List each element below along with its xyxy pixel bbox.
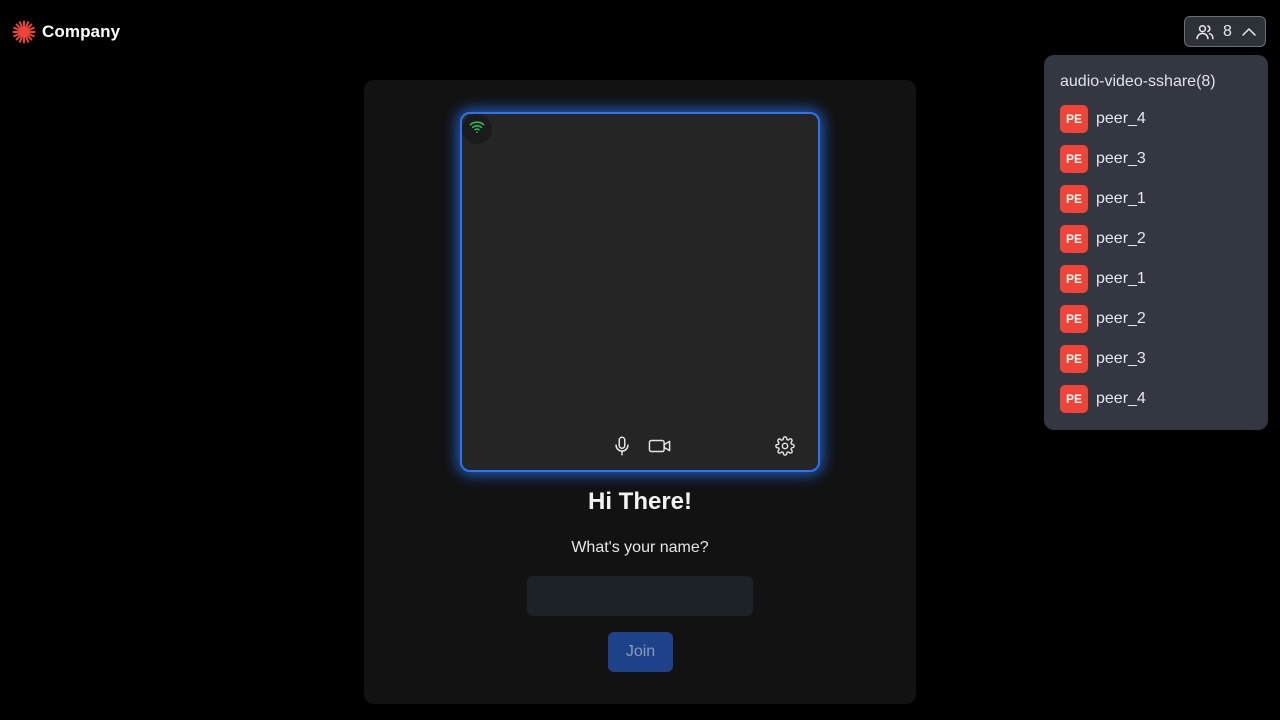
peer-name: peer_3 <box>1096 350 1146 367</box>
peer-list-item[interactable]: PE peer_4 <box>1060 105 1252 133</box>
participants-dropdown: audio-video-sshare(8) PE peer_4 PE peer_3 PE… <box>1044 55 1268 430</box>
peer-avatar: PE <box>1060 305 1088 333</box>
peer-avatar: PE <box>1060 225 1088 253</box>
peer-avatar: PE <box>1060 105 1088 133</box>
peer-avatar: PE <box>1060 145 1088 173</box>
room-title: audio-video-sshare(8) <box>1060 73 1216 90</box>
peer-avatar: PE <box>1060 185 1088 213</box>
peer-list-item[interactable]: PE peer_2 <box>1060 305 1252 333</box>
peer-name: peer_1 <box>1096 190 1146 207</box>
chevron-up-icon <box>1240 23 1258 41</box>
peer-list-item[interactable]: PE peer_3 <box>1060 345 1252 373</box>
name-input[interactable] <box>527 576 753 616</box>
peer-list: PE peer_4 PE peer_3 PE peer_1 PE peer_2 PE peer_1… <box>1060 105 1252 413</box>
brand-logo: Company <box>12 20 120 44</box>
join-card: Hi There! What's your name? Join <box>364 80 916 704</box>
users-icon <box>1195 22 1215 42</box>
burst-logo-icon <box>12 20 36 44</box>
microphone-toggle-button[interactable] <box>610 434 634 458</box>
microphone-icon <box>611 435 633 457</box>
video-preview <box>460 112 820 472</box>
gear-icon <box>775 436 795 456</box>
peer-avatar: PE <box>1060 345 1088 373</box>
preview-screen: Company 8 audio-video-sshare(8) PE peer_4… <box>0 0 1280 720</box>
video-camera-icon <box>648 435 672 457</box>
participants-count: 8 <box>1223 22 1232 40</box>
peer-list-item[interactable]: PE peer_2 <box>1060 225 1252 253</box>
participants-toggle-button[interactable]: 8 <box>1184 16 1266 47</box>
greeting-heading: Hi There! <box>587 488 692 515</box>
wifi-icon <box>469 119 485 140</box>
peer-name: peer_4 <box>1096 110 1146 127</box>
join-button[interactable]: Join <box>608 632 673 672</box>
peer-avatar: PE <box>1060 265 1088 293</box>
peer-name: peer_1 <box>1096 270 1146 287</box>
network-quality-indicator <box>462 114 492 144</box>
brand-name: Company <box>42 22 121 41</box>
peer-list-item[interactable]: PE peer_4 <box>1060 385 1252 413</box>
peer-list-item[interactable]: PE peer_1 <box>1060 185 1252 213</box>
camera-toggle-button[interactable] <box>648 434 672 458</box>
peer-list-item[interactable]: PE peer_1 <box>1060 265 1252 293</box>
settings-button[interactable] <box>773 434 797 458</box>
peer-name: peer_2 <box>1096 230 1146 247</box>
name-prompt: What's your name? <box>571 539 709 556</box>
peer-avatar: PE <box>1060 385 1088 413</box>
peer-name: peer_2 <box>1096 310 1146 327</box>
peer-name: peer_4 <box>1096 390 1146 407</box>
peer-list-item[interactable]: PE peer_3 <box>1060 145 1252 173</box>
peer-name: peer_3 <box>1096 150 1146 167</box>
